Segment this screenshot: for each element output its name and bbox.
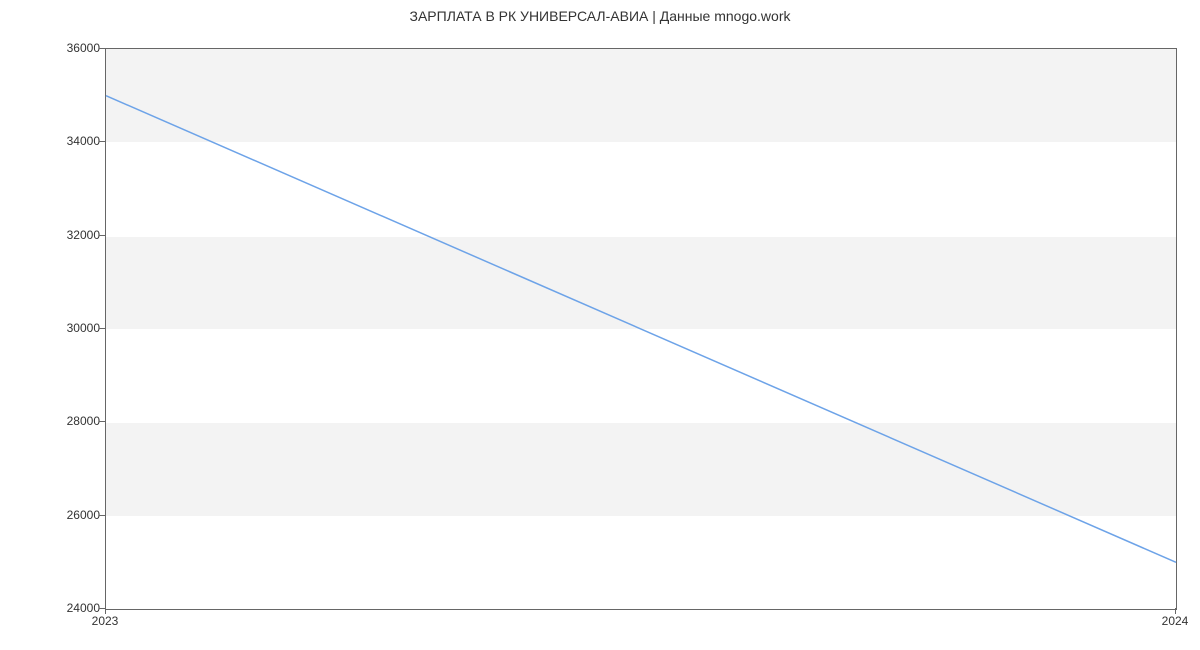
chart-container: ЗАРПЛАТА В РК УНИВЕРСАЛ-АВИА | Данные mn…: [0, 0, 1200, 650]
y-tick-label: 26000: [50, 508, 100, 522]
y-tick-label: 28000: [50, 414, 100, 428]
y-tick-label: 34000: [50, 134, 100, 148]
series-line: [106, 96, 1176, 563]
chart-title: ЗАРПЛАТА В РК УНИВЕРСАЛ-АВИА | Данные mn…: [0, 0, 1200, 24]
y-tick-label: 24000: [50, 601, 100, 615]
plot-area: [105, 48, 1177, 610]
x-tick-label: 2023: [92, 614, 119, 628]
x-tick-label: 2024: [1162, 614, 1189, 628]
y-tick-label: 32000: [50, 228, 100, 242]
y-tick-label: 30000: [50, 321, 100, 335]
y-tick-label: 36000: [50, 41, 100, 55]
line-series: [106, 49, 1176, 609]
